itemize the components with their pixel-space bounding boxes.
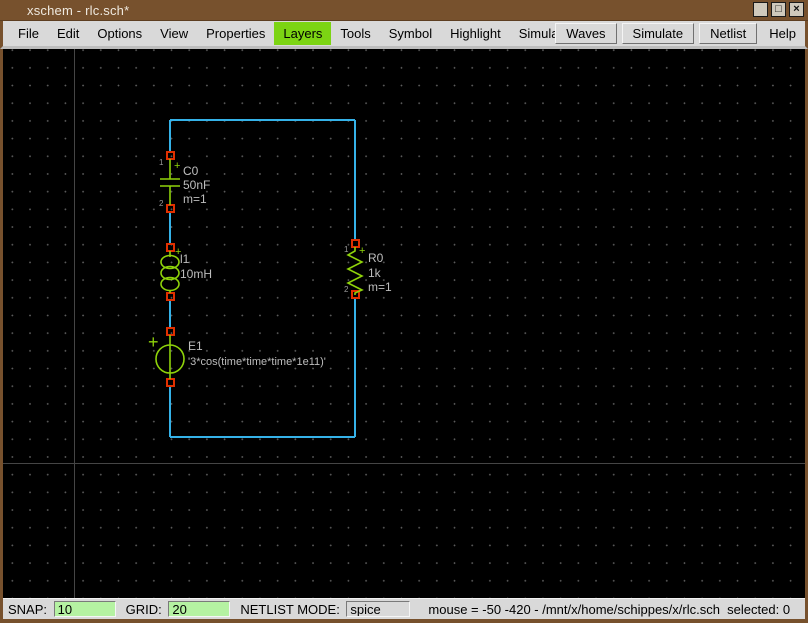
- status-bar: SNAP: GRID: NETLIST MODE: mouse = -50 -4…: [3, 598, 805, 619]
- resistor-pin1-square: [352, 240, 359, 247]
- capacitor-name-label: C0: [183, 164, 199, 178]
- maximize-icon[interactable]: □: [771, 2, 786, 17]
- window-controls: _ □ ×: [753, 2, 804, 17]
- resistor-plus-sign: +: [359, 245, 365, 257]
- snap-label: SNAP:: [8, 602, 51, 617]
- menu-file[interactable]: File: [9, 22, 48, 45]
- resistor-pin2-number: 2: [344, 285, 349, 294]
- inductor-pin2-square: [167, 293, 174, 300]
- menu-bar: File Edit Options View Properties Layers…: [0, 21, 808, 49]
- menu-help[interactable]: Help: [762, 22, 803, 45]
- source-pin2-square: [167, 379, 174, 386]
- inductor-pin1-square: [167, 244, 174, 251]
- menu-options[interactable]: Options: [88, 22, 151, 45]
- source-value-label: '3*cos(time*time*time*1e11)': [188, 356, 326, 368]
- resistor-m-label: m=1: [368, 280, 392, 294]
- netlist-button[interactable]: Netlist: [699, 23, 757, 44]
- component-resistor[interactable]: 1 2 + R0 1k m=1: [344, 240, 392, 298]
- component-inductor[interactable]: + l1 10mH: [161, 244, 212, 300]
- menu-symbol[interactable]: Symbol: [380, 22, 441, 45]
- menu-highlight[interactable]: Highlight: [441, 22, 510, 45]
- window-border-bottom: [0, 619, 808, 623]
- component-capacitor[interactable]: 1 2 + C0 50nF m=1: [159, 152, 210, 212]
- close-icon[interactable]: ×: [789, 2, 804, 17]
- title-bar[interactable]: xschem - rlc.sch* _ □ ×: [0, 0, 808, 21]
- menu-properties[interactable]: Properties: [197, 22, 274, 45]
- resistor-pin1-number: 1: [344, 245, 349, 254]
- simulate-button[interactable]: Simulate: [622, 23, 695, 44]
- grid-input[interactable]: [168, 601, 230, 617]
- menu-edit[interactable]: Edit: [48, 22, 88, 45]
- rlc-circuit: 1 2 + C0 50nF m=1 + l1 10mH: [3, 49, 805, 598]
- minimize-icon[interactable]: _: [753, 2, 768, 17]
- window-title: xschem - rlc.sch*: [27, 3, 129, 18]
- mouse-status-text: mouse = -50 -420 - /mnt/x/home/schippes/…: [428, 602, 790, 617]
- source-plus-sign: +: [148, 332, 159, 352]
- capacitor-pin1-square: [167, 152, 174, 159]
- inductor-name-label: l1: [180, 252, 190, 266]
- source-pin1-square: [167, 328, 174, 335]
- menu-bar-right: Waves Simulate Netlist Help: [555, 22, 803, 45]
- resistor-name-label: R0: [368, 251, 384, 265]
- capacitor-pin1-number: 1: [159, 158, 164, 167]
- netlist-mode-label: NETLIST MODE:: [240, 602, 343, 617]
- capacitor-m-label: m=1: [183, 192, 207, 206]
- grid-label: GRID:: [126, 602, 166, 617]
- capacitor-plus-sign: +: [174, 160, 180, 172]
- capacitor-value-label: 50nF: [183, 178, 210, 192]
- menu-layers[interactable]: Layers: [274, 22, 331, 45]
- menu-tools[interactable]: Tools: [331, 22, 379, 45]
- resistor-value-label: 1k: [368, 266, 382, 280]
- xschem-window: xschem - rlc.sch* _ □ × File Edit Option…: [0, 0, 808, 623]
- inductor-value-label: 10mH: [180, 267, 212, 281]
- source-name-label: E1: [188, 339, 203, 353]
- menu-view[interactable]: View: [151, 22, 197, 45]
- waves-button[interactable]: Waves: [555, 23, 616, 44]
- capacitor-pin2-number: 2: [159, 199, 164, 208]
- capacitor-pin2-square: [167, 205, 174, 212]
- netlist-mode-input[interactable]: [346, 601, 410, 617]
- component-source[interactable]: + E1 '3*cos(time*time*time*1e11)': [148, 328, 326, 386]
- schematic-canvas[interactable]: 1 2 + C0 50nF m=1 + l1 10mH: [3, 49, 805, 598]
- snap-input[interactable]: [54, 601, 116, 617]
